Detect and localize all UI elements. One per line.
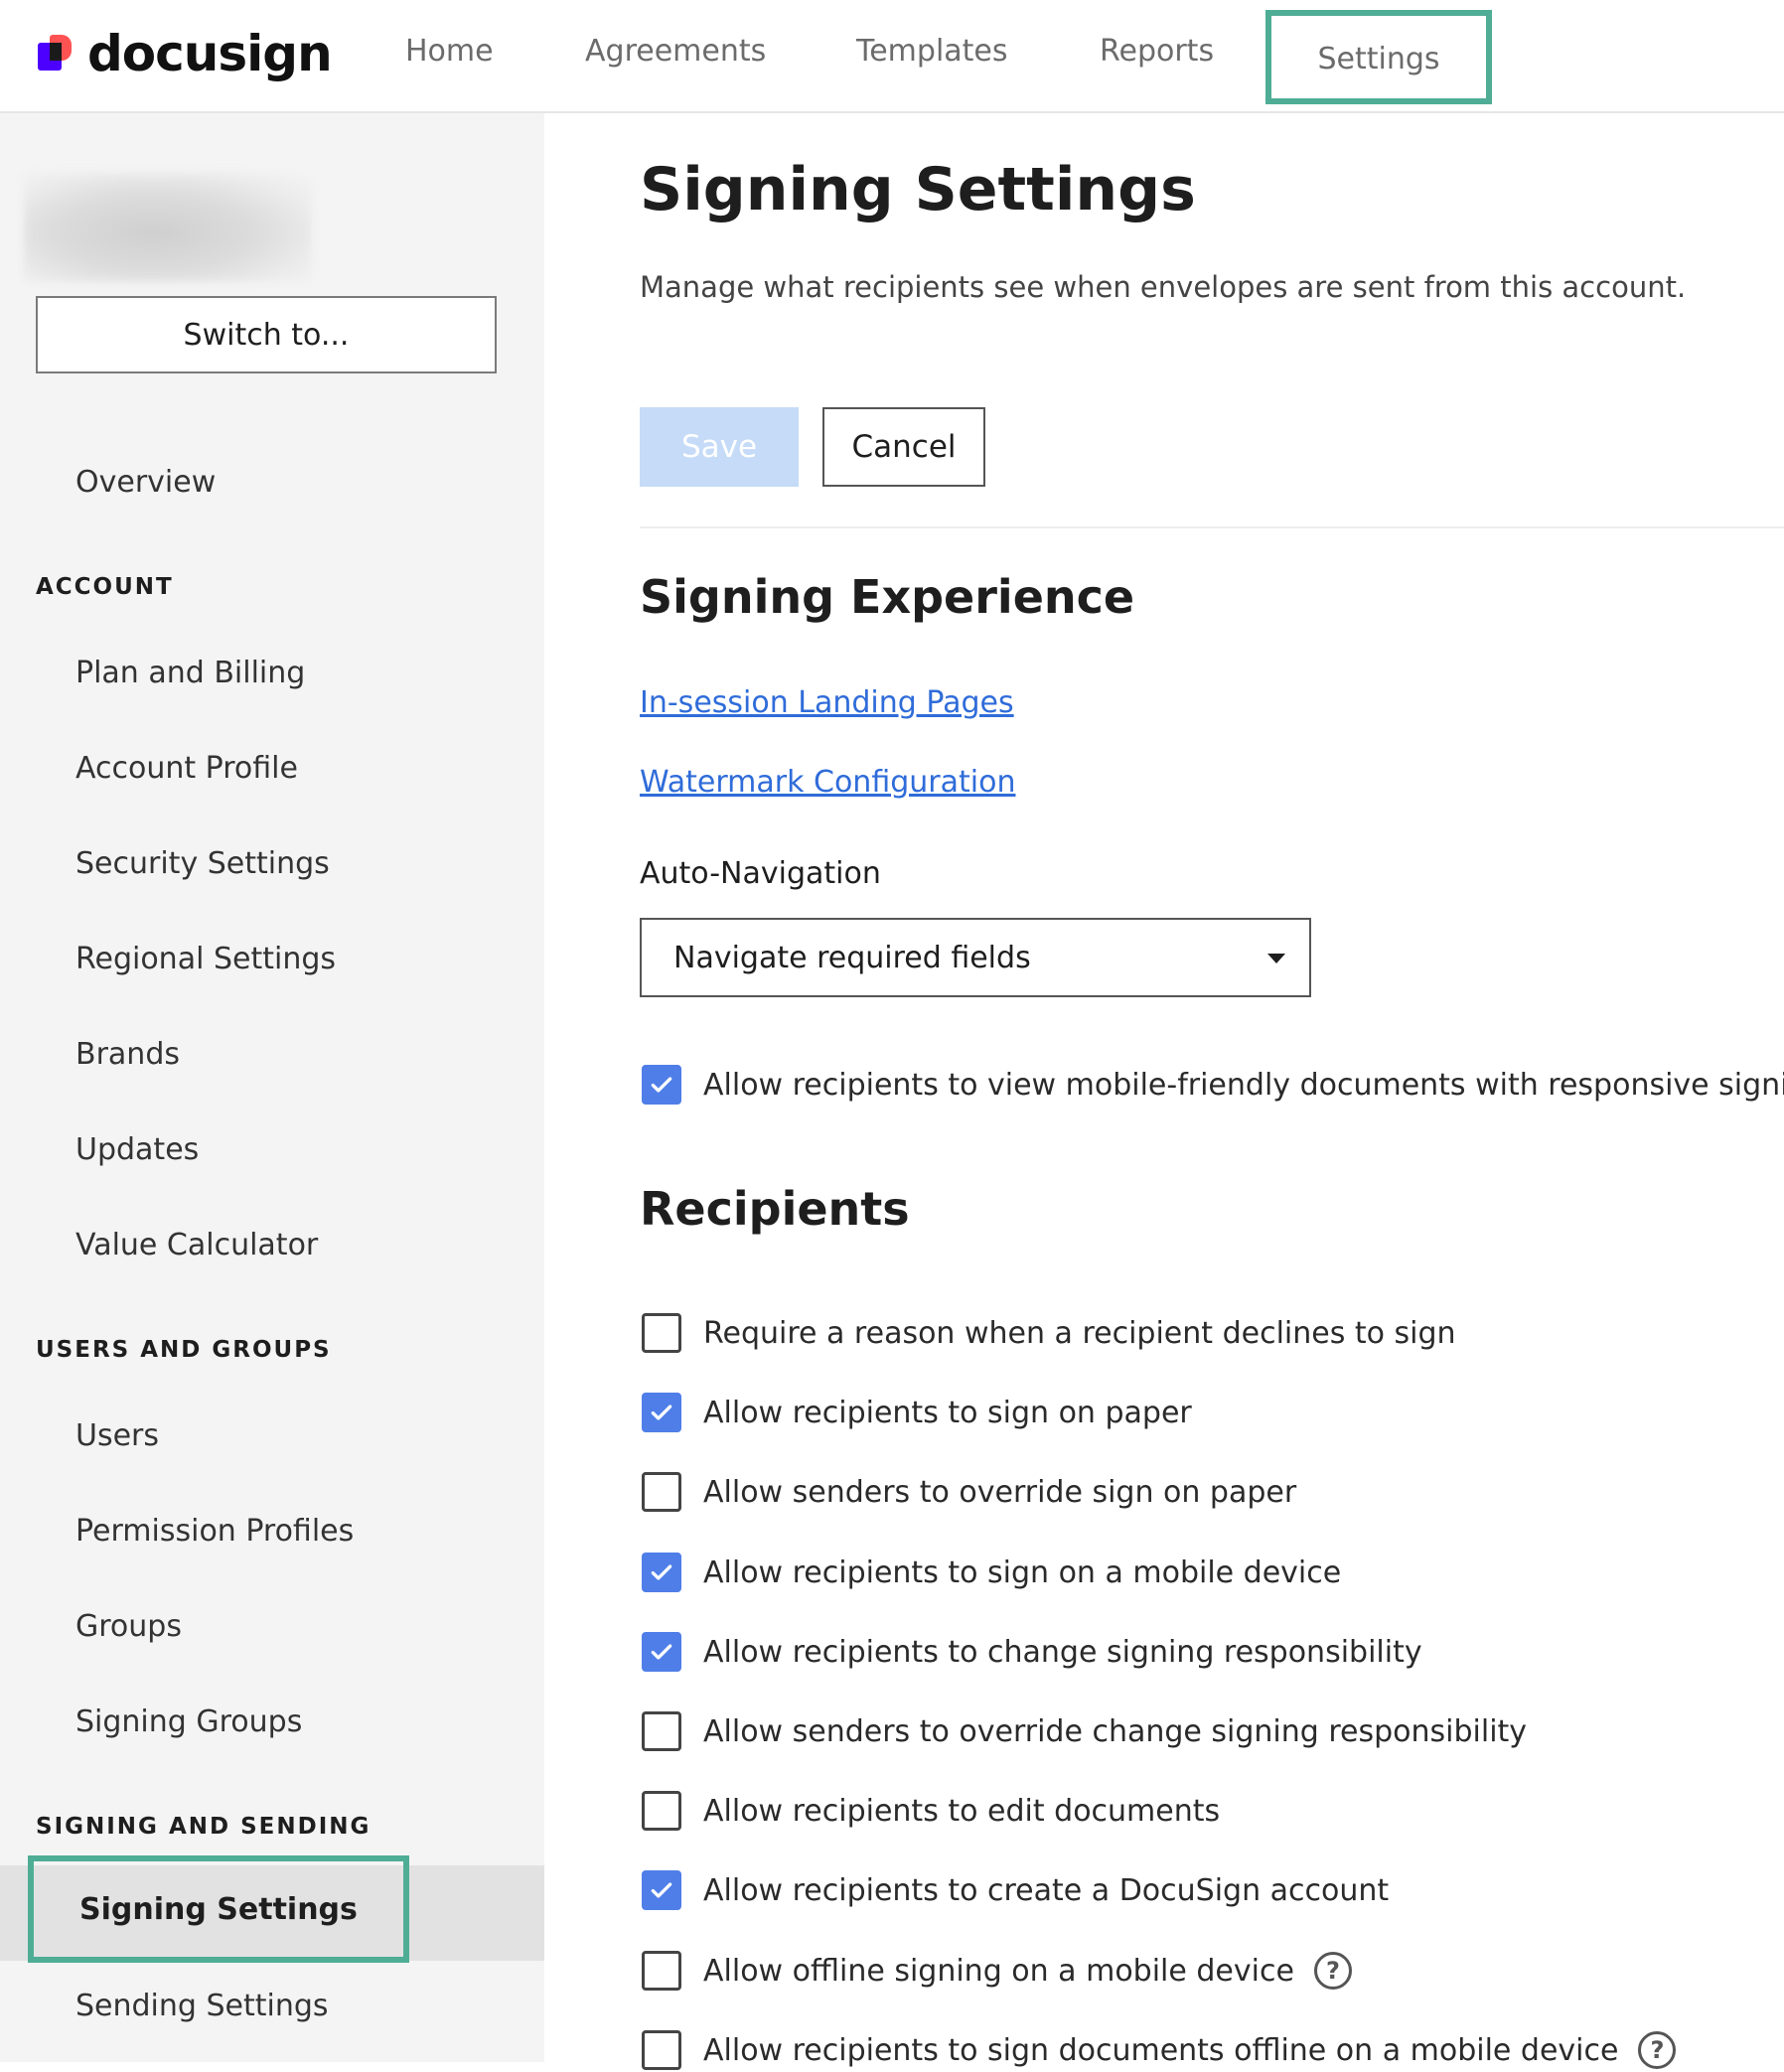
docusign-logo[interactable]: docusign <box>38 24 333 83</box>
auto-navigation-label: Auto-Navigation <box>640 856 881 891</box>
sidebar-item-security-settings[interactable]: Security Settings <box>75 846 330 881</box>
save-button[interactable]: Save <box>640 407 799 487</box>
sidebar-section-account: ACCOUNT <box>36 574 174 600</box>
help-icon[interactable]: ? <box>1313 1952 1352 1990</box>
recipient-option-row[interactable]: Allow recipients to create a DocuSign ac… <box>642 1868 1389 1912</box>
section-title-recipients: Recipients <box>640 1182 910 1236</box>
recipient-option-row[interactable]: Allow senders to override change signing… <box>642 1709 1527 1753</box>
sidebar-item-updates[interactable]: Updates <box>75 1132 199 1167</box>
sidebar-item-users[interactable]: Users <box>75 1418 159 1453</box>
nav-templates[interactable]: Templates <box>856 0 1008 103</box>
switch-account-button[interactable]: Switch to... <box>36 296 497 373</box>
auto-navigation-selected-value: Navigate required fields <box>673 940 1031 975</box>
checkbox-label: Allow offline signing on a mobile device <box>703 1953 1294 1989</box>
sidebar-item-signing-groups[interactable]: Signing Groups <box>75 1704 302 1739</box>
recipient-option-row[interactable]: Allow recipients to edit documents <box>642 1789 1220 1833</box>
checkbox[interactable] <box>642 2030 681 2070</box>
account-name-blurred <box>24 173 312 282</box>
sidebar-item-signing-settings[interactable]: Signing Settings <box>28 1855 409 1963</box>
main-content: Signing Settings Manage what recipients … <box>544 113 1784 2070</box>
sidebar-item-groups[interactable]: Groups <box>75 1609 182 1644</box>
section-divider <box>640 526 1784 528</box>
checkbox-label: Allow recipients to sign on paper <box>703 1395 1192 1430</box>
sidebar-item-brands[interactable]: Brands <box>75 1037 180 1072</box>
checkbox-label: Allow recipients to create a DocuSign ac… <box>703 1872 1390 1908</box>
page-title: Signing Settings <box>640 155 1196 224</box>
sidebar-item-label: Signing Settings <box>79 1891 358 1927</box>
checkbox[interactable] <box>642 1791 681 1831</box>
sidebar-item-regional-settings[interactable]: Regional Settings <box>75 942 336 976</box>
nav-settings[interactable]: Settings <box>1265 10 1492 104</box>
recipient-option-row[interactable]: Allow senders to override sign on paper <box>642 1470 1296 1514</box>
section-title-signing-experience: Signing Experience <box>640 570 1135 624</box>
recipient-option-row[interactable]: Allow recipients to sign on a mobile dev… <box>642 1551 1341 1594</box>
caret-down-icon <box>1267 954 1285 963</box>
page-description: Manage what recipients see when envelope… <box>640 270 1687 304</box>
docusign-logo-icon <box>38 33 79 74</box>
checkbox[interactable] <box>642 1393 681 1432</box>
checkbox-label: Allow recipients to sign documents offli… <box>703 2032 1619 2068</box>
recipient-option-row[interactable]: Allow recipients to sign documents offli… <box>642 2028 1677 2072</box>
checkbox[interactable] <box>642 1632 681 1672</box>
sidebar-item-account-profile[interactable]: Account Profile <box>75 751 298 786</box>
sidebar-item-plan-and-billing[interactable]: Plan and Billing <box>75 656 305 690</box>
checkbox[interactable] <box>642 1711 681 1751</box>
option-responsive-signing[interactable]: Allow recipients to view mobile-friendly… <box>642 1063 1784 1107</box>
recipient-option-row[interactable]: Allow recipients to change signing respo… <box>642 1630 1422 1674</box>
sidebar-section-signing-and-sending: SIGNING AND SENDING <box>36 1814 372 1840</box>
checkbox[interactable] <box>642 1951 681 1991</box>
recipient-option-row[interactable]: Allow recipients to sign on paper <box>642 1391 1192 1434</box>
nav-home[interactable]: Home <box>405 0 494 103</box>
sidebar-section-users-and-groups: USERS AND GROUPS <box>36 1337 332 1363</box>
checkbox[interactable] <box>642 1472 681 1512</box>
link-watermark-configuration[interactable]: Watermark Configuration <box>640 765 1015 800</box>
checkbox-label: Allow recipients to sign on a mobile dev… <box>703 1554 1342 1590</box>
checkbox[interactable] <box>642 1870 681 1910</box>
check-icon <box>651 1644 672 1660</box>
logo-text: docusign <box>87 25 333 82</box>
auto-navigation-select[interactable]: Navigate required fields <box>640 918 1311 997</box>
sidebar-item-overview[interactable]: Overview <box>75 465 216 500</box>
checkbox-label: Allow recipients to view mobile-friendly… <box>703 1067 1784 1103</box>
checkbox-label: Allow recipients to change signing respo… <box>703 1634 1422 1670</box>
check-icon <box>651 1077 672 1093</box>
cancel-button[interactable]: Cancel <box>822 407 985 487</box>
checkbox[interactable] <box>642 1065 681 1105</box>
recipient-option-row[interactable]: Require a reason when a recipient declin… <box>642 1311 1456 1355</box>
checkbox[interactable] <box>642 1313 681 1353</box>
check-icon <box>651 1405 672 1420</box>
sidebar-item-value-calculator[interactable]: Value Calculator <box>75 1228 318 1262</box>
checkbox-label: Allow senders to override sign on paper <box>703 1474 1297 1510</box>
nav-agreements[interactable]: Agreements <box>585 0 766 103</box>
check-icon <box>651 1564 672 1580</box>
top-navigation-bar: docusign Home Agreements Templates Repor… <box>0 0 1784 113</box>
check-icon <box>651 1882 672 1898</box>
checkbox-label: Require a reason when a recipient declin… <box>703 1315 1456 1351</box>
recipient-option-row[interactable]: Allow offline signing on a mobile device… <box>642 1949 1352 1993</box>
sidebar-item-permission-profiles[interactable]: Permission Profiles <box>75 1514 354 1549</box>
settings-sidebar: Switch to... Overview ACCOUNT Plan and B… <box>0 113 544 2062</box>
checkbox[interactable] <box>642 1553 681 1592</box>
checkbox-label: Allow senders to override change signing… <box>703 1713 1528 1749</box>
link-in-session-landing-pages[interactable]: In-session Landing Pages <box>640 685 1014 720</box>
checkbox-label: Allow recipients to edit documents <box>703 1793 1221 1829</box>
nav-reports[interactable]: Reports <box>1100 0 1214 103</box>
sidebar-item-sending-settings[interactable]: Sending Settings <box>75 1989 329 2023</box>
help-icon[interactable]: ? <box>1638 2031 1677 2069</box>
